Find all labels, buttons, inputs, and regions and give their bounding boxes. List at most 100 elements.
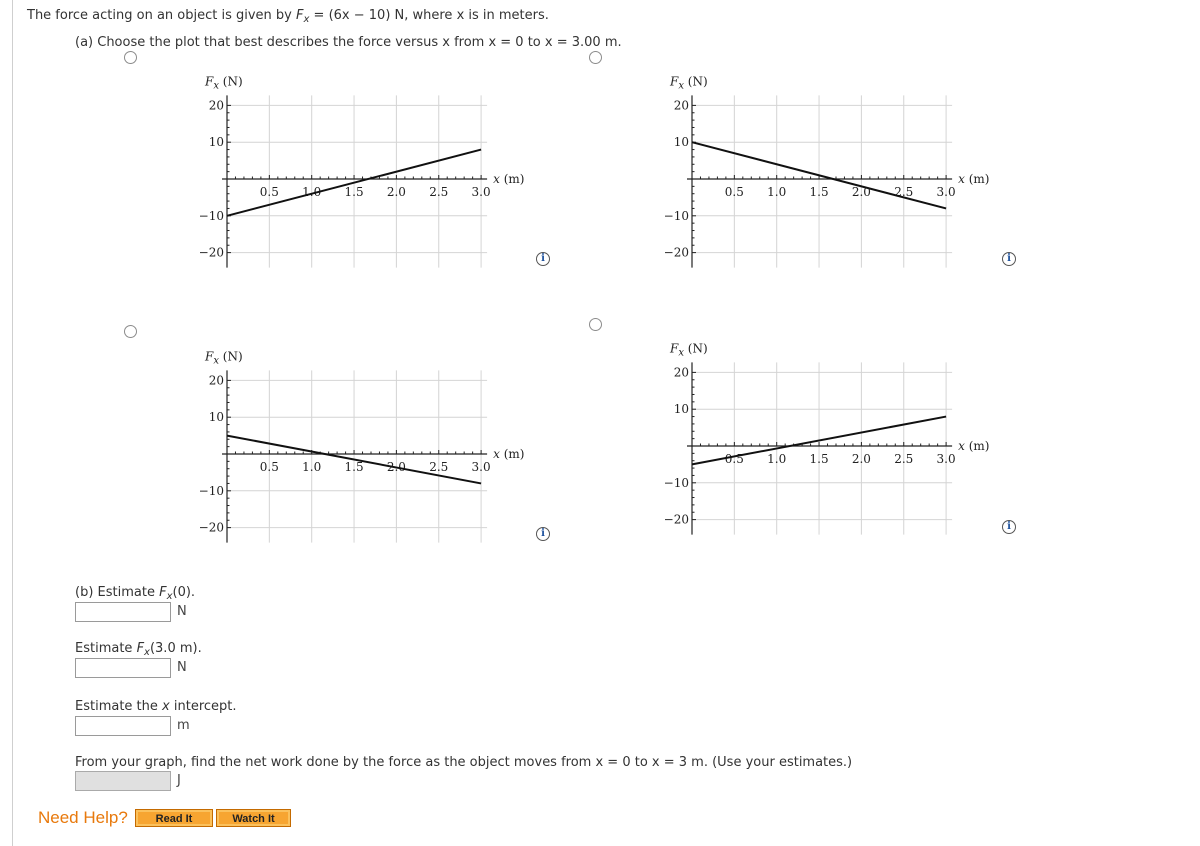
y-axis-label-unit: (N) — [684, 341, 708, 355]
y-axis-label-unit: (N) — [219, 74, 243, 88]
work-unit: J — [177, 773, 181, 788]
y-tick-label: 20 — [209, 373, 224, 387]
info-icon[interactable]: i — [1002, 252, 1016, 266]
read-it-button[interactable]: Read It — [135, 809, 213, 827]
y-axis-label: Fx (N) — [204, 349, 243, 366]
fx0-label-pre: (b) Estimate — [75, 585, 160, 600]
y-axis-label: Fx (N) — [204, 74, 243, 91]
fx0-unit: N — [177, 604, 187, 619]
x-tick-label: 1.5 — [345, 460, 364, 474]
y-tick-label: 10 — [209, 410, 224, 424]
y-axis-label-unit: (N) — [684, 74, 708, 88]
x-tick-label: 1.0 — [767, 185, 786, 199]
y-axis-label-sub: x — [213, 355, 219, 366]
radio-option-2[interactable] — [589, 51, 602, 64]
y-tick-label: 20 — [674, 98, 689, 112]
x-tick-label: 1.0 — [302, 460, 321, 474]
fx0-label: (b) Estimate Fx(0). — [75, 585, 196, 602]
radio-option-4[interactable] — [589, 318, 602, 331]
y-tick-label: 10 — [674, 135, 689, 149]
x-tick-label: 1.5 — [345, 185, 364, 199]
y-axis-label-sub: x — [678, 347, 684, 358]
xint-label-post: intercept. — [169, 699, 237, 714]
work-prompt: From your graph, find the net work done … — [75, 755, 853, 770]
fx3-label-sub: x — [144, 647, 150, 658]
y-tick-label: −20 — [199, 521, 224, 535]
x-tick-label: 3.0 — [472, 185, 491, 199]
x-axis-label-unit: (m) — [965, 439, 990, 453]
y-axis-label-sub: x — [213, 80, 219, 91]
info-icon[interactable]: i — [536, 527, 550, 541]
y-tick-label: −20 — [664, 246, 689, 260]
y-axis-label: Fx (N) — [669, 341, 708, 358]
force-line — [226, 148, 482, 217]
fx0-label-F: F — [159, 585, 167, 600]
part-a-prompt: (a) Choose the plot that best describes … — [75, 35, 622, 50]
x-tick-label: 1.0 — [302, 185, 321, 199]
fx3-input[interactable] — [75, 658, 171, 678]
fx3-unit: N — [177, 660, 187, 675]
y-tick-label: 20 — [674, 365, 689, 379]
x-tick-label: 1.0 — [767, 452, 786, 466]
y-axis-label-unit: (N) — [219, 349, 243, 363]
info-icon[interactable]: i — [536, 252, 550, 266]
xint-label-var: x — [162, 699, 170, 714]
question-intro: The force acting on an object is given b… — [27, 8, 549, 25]
left-border — [12, 0, 13, 846]
y-axis-label-F: F — [669, 74, 679, 88]
y-axis-label-sub: x — [678, 80, 684, 91]
need-help-label: Need Help? — [38, 808, 128, 827]
x-tick-label: 2.5 — [429, 185, 448, 199]
x-axis-label: x (m) — [958, 439, 989, 453]
x-tick-label: 0.5 — [260, 460, 279, 474]
y-tick-label: −10 — [199, 209, 224, 223]
fx3-label: Estimate Fx(3.0 m). — [75, 641, 202, 658]
fx0-input[interactable] — [75, 602, 171, 622]
radio-option-3[interactable] — [124, 325, 137, 338]
fx0-label-sub: x — [166, 591, 173, 602]
x-tick-label: 0.5 — [725, 185, 744, 199]
watch-it-button[interactable]: Watch It — [216, 809, 291, 827]
x-axis-label-unit: (m) — [500, 172, 525, 186]
x-axis-label-unit: (m) — [500, 447, 525, 461]
fx3-label-post: (3.0 m). — [149, 641, 202, 656]
x-tick-label: 0.5 — [260, 185, 279, 199]
x-tick-label: 3.0 — [937, 185, 956, 199]
intro-text: The force acting on an object is given b… — [27, 8, 297, 23]
force-line — [226, 434, 482, 485]
fx3-label-F: F — [136, 641, 145, 656]
work-input[interactable] — [75, 771, 171, 791]
fx3-label-pre: Estimate — [75, 641, 137, 656]
x-tick-label: 1.5 — [810, 452, 829, 466]
y-tick-label: 20 — [209, 98, 224, 112]
force-line — [691, 141, 947, 210]
x-intercept-unit: m — [177, 718, 190, 733]
intro-F: F — [296, 8, 304, 23]
x-axis-label-var: x — [958, 172, 965, 186]
x-tick-label: 2.0 — [387, 460, 406, 474]
x-intercept-input[interactable] — [75, 716, 171, 736]
x-axis-label-var: x — [493, 172, 500, 186]
y-axis-label-F: F — [669, 341, 679, 355]
y-tick-label: −20 — [664, 513, 689, 527]
y-tick-label: 10 — [209, 135, 224, 149]
y-tick-label: −10 — [664, 209, 689, 223]
intro-sub: x — [303, 14, 310, 25]
xint-label-pre: Estimate the — [75, 699, 163, 714]
y-axis-label-F: F — [204, 349, 214, 363]
x-tick-label: 2.0 — [852, 452, 871, 466]
x-axis-label: x (m) — [493, 172, 524, 186]
x-tick-label: 2.5 — [894, 185, 913, 199]
x-tick-label: 2.0 — [387, 185, 406, 199]
info-icon[interactable]: i — [1002, 520, 1016, 534]
x-tick-label: 2.0 — [852, 185, 871, 199]
force-line — [691, 415, 947, 466]
fx0-label-post: (0). — [172, 585, 196, 600]
x-tick-label: 3.0 — [937, 452, 956, 466]
y-tick-label: −10 — [199, 484, 224, 498]
radio-option-1[interactable] — [124, 51, 137, 64]
x-tick-label: 0.5 — [725, 452, 744, 466]
x-axis-label-var: x — [493, 447, 500, 461]
y-tick-label: 10 — [674, 402, 689, 416]
x-axis-label: x (m) — [958, 172, 989, 186]
